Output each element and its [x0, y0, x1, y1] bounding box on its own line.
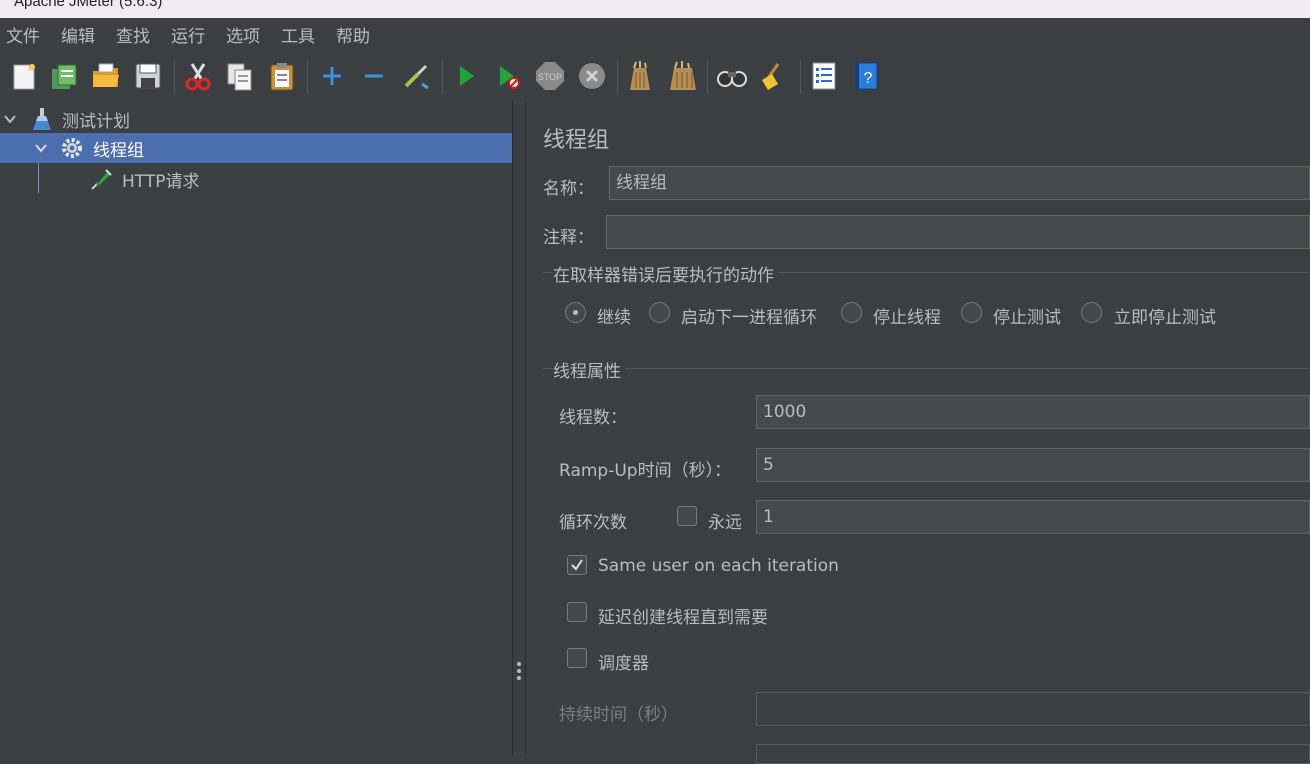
tree-node-thread-group[interactable]: 线程组: [0, 133, 512, 163]
forever-checkbox[interactable]: [677, 506, 697, 526]
stop-icon[interactable]: STOP: [534, 60, 566, 92]
radio-label[interactable]: 停止测试: [993, 303, 1061, 328]
paste-icon[interactable]: [266, 60, 298, 92]
start-no-pause-icon[interactable]: [492, 60, 524, 92]
save-icon[interactable]: [132, 60, 164, 92]
menu-tools[interactable]: 工具: [281, 22, 315, 47]
duration-label: 持续时间（秒）: [559, 705, 678, 725]
startup-delay-field[interactable]: [756, 744, 1310, 764]
menu-search[interactable]: 查找: [116, 22, 150, 47]
radio-label[interactable]: 停止线程: [873, 303, 941, 328]
rampup-label: Ramp-Up时间（秒）：: [559, 461, 732, 481]
svg-text:?: ?: [864, 70, 873, 87]
chevron-down-icon[interactable]: [34, 141, 48, 155]
clear-all-icon[interactable]: [666, 60, 698, 92]
same-user-checkbox[interactable]: [567, 555, 587, 575]
loop-count-field[interactable]: 1: [756, 500, 1310, 534]
comment-field[interactable]: [606, 215, 1310, 249]
test-plan-tree: 测试计划 线程组 HTTP请求: [0, 102, 512, 754]
start-icon[interactable]: [450, 60, 482, 92]
toolbar-separator: [707, 60, 708, 94]
menu-edit[interactable]: 编辑: [61, 22, 95, 47]
loop-label: 循环次数: [559, 513, 627, 533]
thread-group-icon: [62, 138, 82, 158]
drag-handle-icon[interactable]: [517, 662, 521, 684]
title-bar: Apache JMeter (5.6.3): [0, 0, 1310, 18]
radio-label[interactable]: 启动下一进程循环: [681, 303, 817, 328]
delay-thread-checkbox[interactable]: [567, 602, 587, 622]
tree-node-http-request[interactable]: HTTP请求: [0, 164, 512, 194]
scheduler-label[interactable]: 调度器: [598, 649, 649, 674]
name-label: 名称：: [543, 179, 594, 199]
radio-continue[interactable]: [565, 302, 586, 323]
same-user-label[interactable]: Same user on each iteration: [598, 556, 839, 576]
menu-options[interactable]: 选项: [226, 22, 260, 47]
toolbar-separator: [800, 60, 801, 94]
expand-icon[interactable]: [316, 60, 348, 92]
menu-help[interactable]: 帮助: [336, 22, 370, 47]
thread-group-editor: 线程组 名称： 线程组 注释： 在取样器错误后要执行的动作 继续 启动下一进程循…: [527, 102, 1310, 764]
forever-label[interactable]: 永远: [708, 508, 742, 533]
thread-props-title: 线程属性: [553, 357, 625, 382]
scheduler-checkbox[interactable]: [567, 648, 587, 668]
delay-thread-label[interactable]: 延迟创建线程直到需要: [598, 603, 768, 628]
reset-search-icon[interactable]: [758, 60, 790, 92]
toolbar-separator: [617, 60, 618, 94]
comment-label: 注释：: [543, 228, 594, 248]
error-action-title: 在取样器错误后要执行的动作: [553, 261, 778, 286]
threads-field[interactable]: 1000: [756, 395, 1310, 429]
tree-node-test-plan[interactable]: 测试计划: [0, 104, 512, 134]
radio-stop-thread[interactable]: [841, 302, 862, 323]
toolbar: STOP ?: [0, 52, 1310, 102]
shutdown-icon[interactable]: [576, 60, 608, 92]
radio-stop-test-now[interactable]: [1081, 302, 1102, 323]
group-border: [543, 368, 1310, 369]
menu-file[interactable]: 文件: [6, 22, 40, 47]
collapse-icon[interactable]: [358, 60, 390, 92]
toolbar-separator: [307, 60, 308, 94]
menu-bar: 文件 编辑 查找 运行 选项 工具 帮助: [0, 18, 1310, 50]
menu-run[interactable]: 运行: [171, 22, 205, 47]
tree-node-label: 测试计划: [62, 111, 130, 132]
window-title: Apache JMeter (5.6.3): [14, 0, 163, 10]
chevron-down-icon[interactable]: [3, 112, 17, 126]
threads-label: 线程数：: [559, 408, 627, 428]
checkmark-icon: [571, 559, 583, 571]
open-icon[interactable]: [90, 60, 122, 92]
radio-stop-test[interactable]: [961, 302, 982, 323]
toolbar-separator: [174, 60, 175, 94]
svg-text:STOP: STOP: [538, 72, 562, 82]
templates-icon[interactable]: [48, 60, 80, 92]
function-helper-icon[interactable]: [808, 60, 840, 92]
toggle-icon[interactable]: [400, 60, 432, 92]
radio-start-next-loop[interactable]: [649, 302, 670, 323]
clear-icon[interactable]: [624, 60, 656, 92]
rampup-field[interactable]: 5: [756, 448, 1310, 482]
help-icon[interactable]: ?: [850, 60, 882, 92]
cut-icon[interactable]: [182, 60, 214, 92]
search-icon[interactable]: [716, 60, 748, 92]
tree-node-label: 线程组: [93, 140, 144, 161]
name-field[interactable]: 线程组: [609, 166, 1310, 200]
radio-label[interactable]: 继续: [597, 303, 631, 328]
radio-label[interactable]: 立即停止测试: [1114, 303, 1216, 328]
test-plan-icon: [33, 108, 51, 130]
new-icon[interactable]: [8, 60, 40, 92]
split-pane-divider[interactable]: [512, 102, 526, 754]
duration-field[interactable]: [756, 692, 1310, 726]
copy-icon[interactable]: [224, 60, 256, 92]
page-title: 线程组: [543, 128, 610, 153]
http-sampler-icon: [91, 169, 112, 190]
tree-node-label: HTTP请求: [122, 171, 200, 192]
toolbar-separator: [442, 60, 443, 94]
